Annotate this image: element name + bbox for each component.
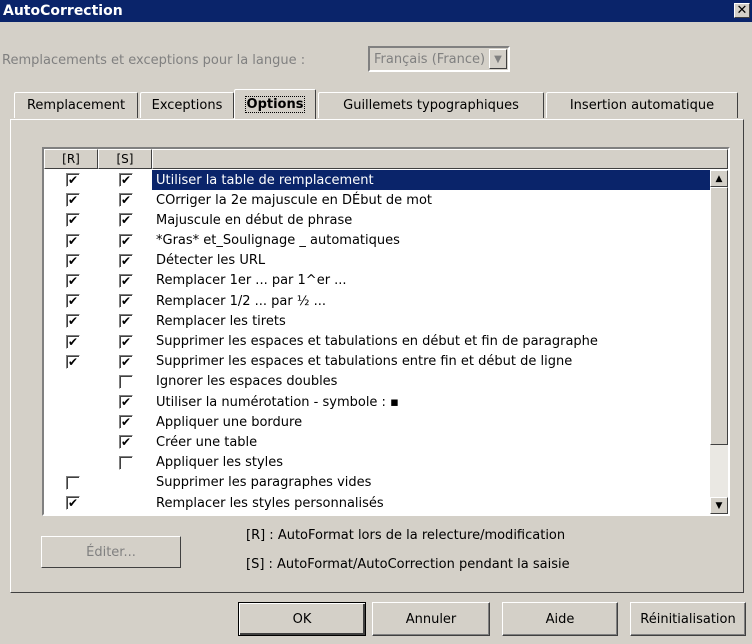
checkbox-r[interactable] — [66, 475, 80, 490]
list-item[interactable]: Supprimer les paragraphes vides — [44, 473, 710, 493]
checkbox-r[interactable]: ✔ — [66, 273, 80, 288]
checkbox-r[interactable]: ✔ — [66, 496, 80, 510]
list-item[interactable]: ✔ ✔ COrriger la 2e majuscule en DÉbut de m… — [44, 190, 710, 210]
options-list[interactable]: [R] [S] ✔ ✔ Utiliser la table de remplacem… — [42, 147, 730, 516]
list-item[interactable]: ✔ ✔ *Gras* et_Soulignage _ automatiques — [44, 231, 710, 251]
scroll-thumb[interactable] — [710, 187, 728, 445]
edit-button[interactable]: Éditer... — [41, 536, 181, 568]
list-item[interactable]: ✔ ✔ Supprimer les espaces et tabulations e… — [44, 352, 710, 372]
checkbox-s[interactable]: ✔ — [119, 213, 133, 228]
checkbox-r[interactable]: ✔ — [66, 233, 80, 248]
scroll-down-button[interactable]: ▼ — [710, 497, 728, 514]
checkbox-s[interactable]: ✔ — [119, 273, 133, 288]
checkbox-s[interactable] — [119, 374, 133, 389]
list-item[interactable]: ✔ ✔ Utiliser la table de remplacement — [44, 170, 710, 190]
list-item[interactable]: Ignorer les espaces doubles — [44, 372, 710, 392]
list-item[interactable]: ✔ Remplacer les styles personnalisés — [44, 493, 710, 513]
checkbox-r[interactable]: ✔ — [66, 213, 80, 228]
list-item-label: Appliquer une bordure — [156, 414, 303, 430]
list-item-label: *Gras* et_Soulignage _ automatiques — [156, 233, 400, 249]
checkbox-s[interactable]: ✔ — [119, 253, 133, 268]
ok-button[interactable]: OK — [238, 602, 366, 636]
list-item[interactable]: ✔ Utiliser la numérotation - symbole : ▪ — [44, 392, 710, 412]
list-item-label: Utiliser la numérotation - symbole : ▪ — [156, 394, 399, 410]
list-item[interactable]: ✔ ✔ Supprimer les espaces et tabulations e… — [44, 332, 710, 352]
list-item[interactable]: ✔ ✔ Remplacer 1/2 ... par ½ ... — [44, 291, 710, 311]
language-row: Remplacements et exceptions pour la lang… — [0, 46, 510, 72]
checkbox-s[interactable]: ✔ — [119, 415, 133, 430]
list-item-label: Remplacer 1er ... par 1^er ... — [156, 273, 347, 289]
language-select[interactable]: Français (France) ▼ — [368, 46, 510, 72]
checkbox-s[interactable]: ✔ — [119, 354, 133, 369]
checkbox-r[interactable]: ✔ — [66, 173, 80, 187]
list-item[interactable]: ✔ ✔ Remplacer les tirets — [44, 311, 710, 331]
list-item-label: Supprimer les espaces et tabulations en … — [156, 334, 598, 349]
list-item[interactable]: ✔ ✔ Majuscule en début de phrase — [44, 210, 710, 230]
checkbox-r[interactable]: ✔ — [66, 294, 80, 309]
list-item-label: Ignorer les espaces doubles — [156, 374, 338, 390]
header-r[interactable]: [R] — [44, 149, 98, 169]
header-s[interactable]: [S] — [98, 149, 152, 169]
chevron-down-icon[interactable]: ▼ — [489, 49, 507, 69]
header-text[interactable] — [152, 149, 728, 169]
tab-guillemets-typographiques[interactable]: Guillemets typographiques — [318, 92, 544, 118]
vertical-scrollbar[interactable]: ▲ ▼ — [710, 170, 728, 514]
cancel-button[interactable]: Annuler — [372, 602, 490, 636]
help-button[interactable]: Aide — [502, 602, 618, 636]
scroll-up-button[interactable]: ▲ — [710, 170, 728, 187]
tab-exceptions[interactable]: Exceptions — [140, 92, 234, 118]
list-header: [R] [S] — [44, 149, 728, 169]
legend-r: [R] : AutoFormat lors de la relecture/mo… — [246, 528, 566, 543]
checkbox-r[interactable]: ✔ — [66, 334, 80, 349]
list-item-label: Remplacer 1/2 ... par ½ ... — [156, 293, 326, 309]
list-item[interactable]: Appliquer les styles — [44, 453, 710, 473]
list-item[interactable]: ✔ ✔ Détecter les URL — [44, 251, 710, 271]
tab-options[interactable]: Options — [234, 89, 316, 119]
close-icon: ✕ — [736, 3, 748, 18]
checkbox-s[interactable]: ✔ — [119, 395, 133, 410]
language-label: Remplacements et exceptions pour la lang… — [2, 52, 306, 68]
reset-button[interactable]: Réinitialisation — [630, 602, 746, 636]
list-item[interactable]: ✔ Créer une table — [44, 432, 710, 452]
list-item[interactable]: ✔ ✔ Remplacer 1er ... par 1^er ... — [44, 271, 710, 291]
checkbox-s[interactable]: ✔ — [119, 334, 133, 349]
checkbox-s[interactable]: ✔ — [119, 233, 133, 248]
list-item[interactable]: ✔ Appliquer une bordure — [44, 412, 710, 432]
tab-remplacement[interactable]: Remplacement — [14, 92, 138, 118]
checkbox-s[interactable]: ✔ — [119, 435, 133, 450]
window-title: AutoCorrection — [3, 3, 123, 19]
list-item-label: Supprimer les paragraphes vides — [156, 475, 372, 491]
list-item-label: Créer une table — [156, 434, 258, 450]
language-select-value: Français (France) — [374, 51, 486, 67]
list-rows: ✔ ✔ Utiliser la table de remplacement ✔ ✔ COr… — [44, 170, 710, 513]
list-item-label: COrriger la 2e majuscule en DÉbut de mot — [156, 192, 433, 208]
tab-insertion-automatique[interactable]: Insertion automatique — [546, 92, 738, 118]
close-button[interactable]: ✕ — [734, 3, 750, 18]
list-item-label: Remplacer les tirets — [156, 313, 286, 329]
checkbox-r[interactable]: ✔ — [66, 314, 80, 329]
title-bar: AutoCorrection ✕ — [0, 0, 752, 22]
list-item-label: Appliquer les styles — [156, 455, 284, 471]
list-item-label: Supprimer les espaces et tabulations ent… — [156, 354, 573, 370]
checkbox-s[interactable] — [119, 455, 133, 470]
checkbox-s[interactable]: ✔ — [119, 314, 133, 329]
list-item-label: Majuscule en début de phrase — [156, 212, 353, 228]
checkbox-s[interactable]: ✔ — [119, 173, 133, 187]
checkbox-r[interactable]: ✔ — [66, 253, 80, 268]
checkbox-s[interactable]: ✔ — [119, 294, 133, 309]
list-item-label: Détecter les URL — [156, 253, 266, 269]
checkbox-s[interactable]: ✔ — [119, 193, 133, 208]
list-item-label: Remplacer les styles personnalisés — [156, 495, 384, 511]
checkbox-r[interactable]: ✔ — [66, 193, 80, 208]
legend-s: [S] : AutoFormat/AutoCorrection pendant … — [246, 557, 570, 572]
checkbox-r[interactable]: ✔ — [66, 354, 80, 369]
list-item-label: Utiliser la table de remplacement — [152, 170, 710, 190]
